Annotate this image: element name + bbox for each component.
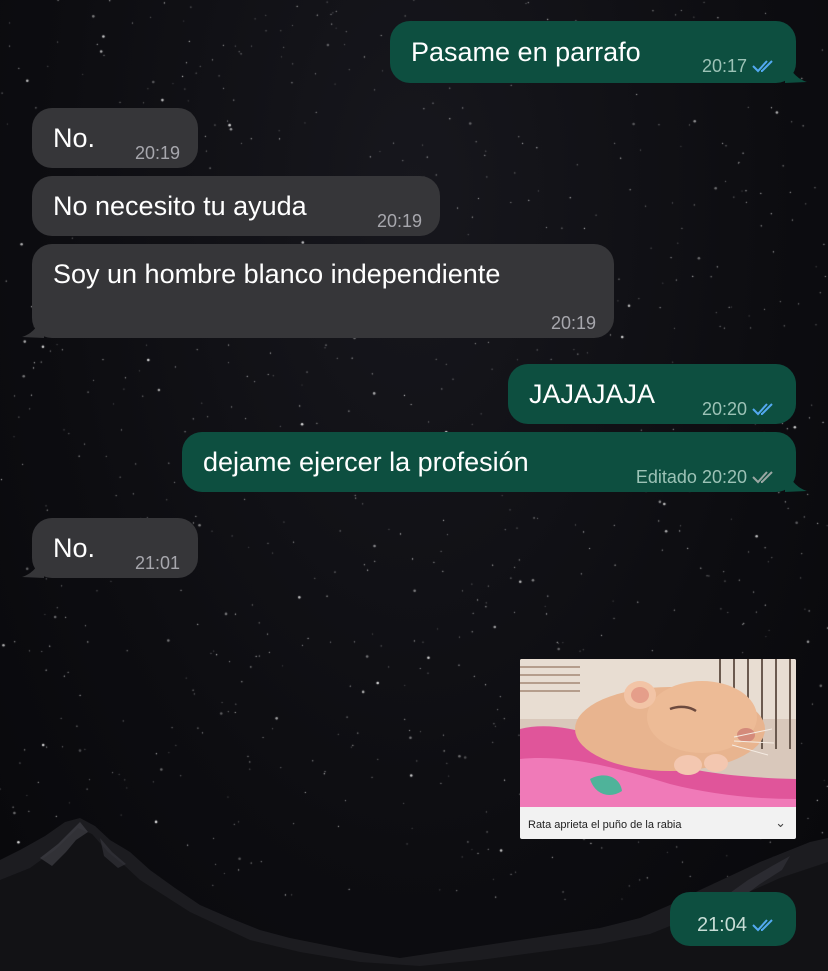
message-meta: 20:19 bbox=[377, 204, 422, 238]
read-ticks-icon bbox=[752, 403, 773, 416]
outgoing-message[interactable]: Pasame en parrafo 20:17 bbox=[390, 21, 807, 83]
rat-thumbnail-image bbox=[520, 659, 796, 807]
outgoing-message[interactable]: 21:04 bbox=[670, 892, 796, 946]
bubble-tail bbox=[22, 316, 44, 338]
message-text: No. bbox=[53, 533, 96, 563]
incoming-message[interactable]: No. 21:01 bbox=[22, 518, 198, 580]
message-meta: 21:01 bbox=[135, 546, 180, 580]
chat-background: Pasame en parrafo 20:17 No. 20:19 No nec… bbox=[0, 0, 828, 971]
bubble-tail bbox=[22, 556, 44, 578]
incoming-message[interactable]: No necesito tu ayuda 20:19 bbox=[32, 176, 440, 236]
message-time: 21:04 bbox=[696, 914, 747, 936]
read-ticks-icon bbox=[752, 919, 773, 932]
message-time: 20:20 bbox=[701, 467, 747, 487]
read-ticks-icon bbox=[752, 60, 773, 73]
message-meta: Editado 20:20 bbox=[636, 460, 778, 494]
outgoing-message[interactable]: dejame ejercer la profesión Editado 20:2… bbox=[182, 432, 807, 494]
message-text: No necesito tu ayuda bbox=[53, 191, 307, 221]
delivered-ticks-icon bbox=[752, 471, 773, 484]
message-time: 21:01 bbox=[134, 553, 180, 573]
message-time: 20:17 bbox=[701, 56, 747, 76]
message-text: dejame ejercer la profesión bbox=[203, 447, 529, 477]
bubble-tail bbox=[785, 470, 807, 492]
message-text: JAJAJAJA bbox=[529, 379, 656, 409]
message-text: Soy un hombre blanco independiente bbox=[53, 259, 501, 289]
message-meta: 20:17 bbox=[702, 49, 778, 83]
message-time: 20:20 bbox=[701, 399, 747, 419]
bubble-tail bbox=[785, 61, 807, 83]
incoming-message[interactable]: Soy un hombre blanco independiente 20:19 bbox=[22, 244, 614, 340]
message-text: Pasame en parrafo bbox=[411, 37, 641, 67]
outgoing-message[interactable]: JAJAJAJA 20:20 bbox=[508, 364, 796, 424]
message-time: 20:19 bbox=[376, 211, 422, 231]
message-time: 20:19 bbox=[550, 313, 596, 333]
message-meta: 20:19 bbox=[135, 136, 180, 170]
incoming-message[interactable]: No. 20:19 bbox=[32, 108, 198, 168]
message-text: No. bbox=[53, 123, 96, 153]
message-time: 20:19 bbox=[134, 143, 180, 163]
message-meta: 20:19 bbox=[551, 306, 596, 340]
link-preview-card[interactable]: Rata aprieta el puño de la rabia ⌄ bbox=[520, 659, 796, 839]
chevron-down-icon[interactable]: ⌄ bbox=[775, 815, 786, 831]
link-preview-caption: Rata aprieta el puño de la rabia bbox=[528, 819, 682, 831]
message-meta: 20:20 bbox=[702, 392, 778, 426]
edited-label: Editado bbox=[635, 467, 697, 487]
message-meta: 21:04 bbox=[697, 908, 778, 942]
